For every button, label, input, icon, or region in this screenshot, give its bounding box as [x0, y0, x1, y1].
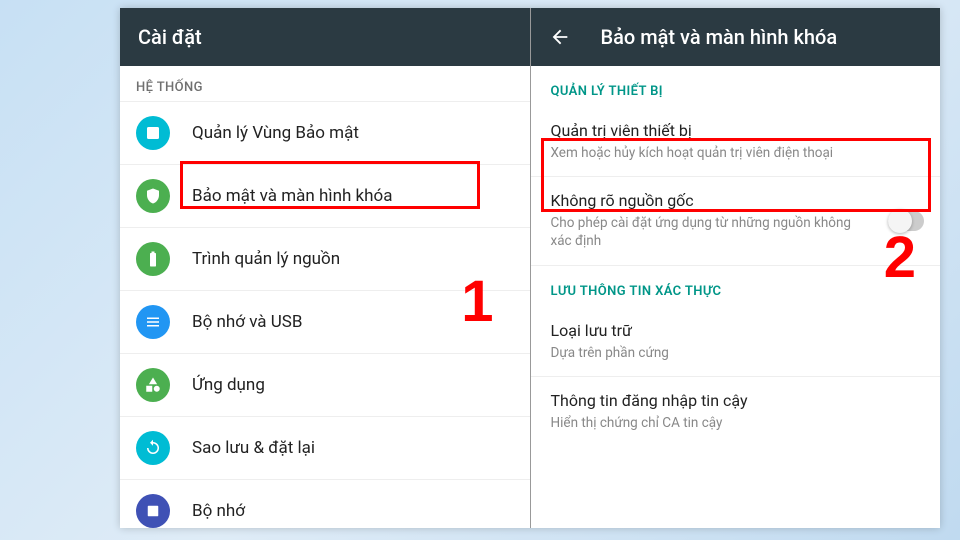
item-apps[interactable]: Ứng dụng	[120, 353, 530, 416]
security-panel-right: Bảo mật và màn hình khóa QUẢN LÝ THIẾT B…	[530, 8, 941, 528]
setting-title: Thông tin đăng nhập tin cậy	[551, 391, 921, 410]
security-settings-list: QUẢN LÝ THIẾT BỊ Quản trị viên thiết bị …	[531, 66, 941, 528]
settings-panel-left: Cài đặt HỆ THỐNG Quản lý Vùng Bảo mật Bả…	[120, 8, 530, 528]
item-device-admin[interactable]: Quản trị viên thiết bị Xem hoặc hủy kích…	[531, 107, 941, 177]
item-security-lock[interactable]: Bảo mật và màn hình khóa	[120, 164, 530, 227]
settings-list: HỆ THỐNG Quản lý Vùng Bảo mật Bảo mật và…	[120, 66, 530, 528]
appbar-title: Bảo mật và màn hình khóa	[601, 25, 838, 49]
appbar-title: Cài đặt	[138, 25, 202, 49]
setting-title: Không rõ nguồn gốc	[551, 191, 921, 210]
zone-icon	[136, 116, 170, 150]
setting-subtitle: Dựa trên phần cứng	[551, 344, 921, 362]
item-power-manager[interactable]: Trình quản lý nguồn	[120, 227, 530, 290]
item-label: Sao lưu & đặt lại	[192, 438, 315, 458]
item-label: Quản lý Vùng Bảo mật	[192, 123, 359, 143]
item-unknown-sources[interactable]: Không rõ nguồn gốc Cho phép cài đặt ứng …	[531, 177, 941, 265]
item-zone-management[interactable]: Quản lý Vùng Bảo mật	[120, 101, 530, 164]
apps-icon	[136, 368, 170, 402]
item-storage-usb[interactable]: Bộ nhớ và USB	[120, 290, 530, 353]
item-label: Bộ nhớ và USB	[192, 312, 302, 332]
setting-subtitle: Cho phép cài đặt ứng dụng từ những nguồn…	[551, 214, 921, 250]
setting-title: Loại lưu trữ	[551, 321, 921, 340]
section-credential-storage: LƯU THÔNG TIN XÁC THỰC	[531, 266, 941, 307]
setting-subtitle: Hiển thị chứng chỉ CA tin cậy	[551, 414, 921, 432]
appbar-left: Cài đặt	[120, 8, 530, 66]
back-icon[interactable]	[549, 26, 571, 48]
list-icon	[136, 305, 170, 339]
section-device-management: QUẢN LÝ THIẾT BỊ	[531, 66, 941, 107]
item-backup-reset[interactable]: Sao lưu & đặt lại	[120, 416, 530, 479]
setting-title: Quản trị viên thiết bị	[551, 121, 921, 140]
memory-icon	[136, 494, 170, 528]
appbar-right: Bảo mật và màn hình khóa	[531, 8, 941, 66]
refresh-icon	[136, 431, 170, 465]
item-storage-type[interactable]: Loại lưu trữ Dựa trên phần cứng	[531, 307, 941, 377]
item-label: Trình quản lý nguồn	[192, 249, 340, 269]
item-trusted-credentials[interactable]: Thông tin đăng nhập tin cậy Hiển thị chứ…	[531, 377, 941, 446]
item-label: Bộ nhớ	[192, 501, 245, 521]
item-label: Bảo mật và màn hình khóa	[192, 186, 392, 206]
item-label: Ứng dụng	[192, 375, 265, 395]
toggle-unknown-sources[interactable]	[888, 211, 924, 231]
battery-icon	[136, 242, 170, 276]
shield-icon	[136, 179, 170, 213]
setting-subtitle: Xem hoặc hủy kích hoạt quản trị viên điệ…	[551, 144, 921, 162]
section-header-system: HỆ THỐNG	[120, 66, 530, 101]
item-memory[interactable]: Bộ nhớ	[120, 479, 530, 528]
